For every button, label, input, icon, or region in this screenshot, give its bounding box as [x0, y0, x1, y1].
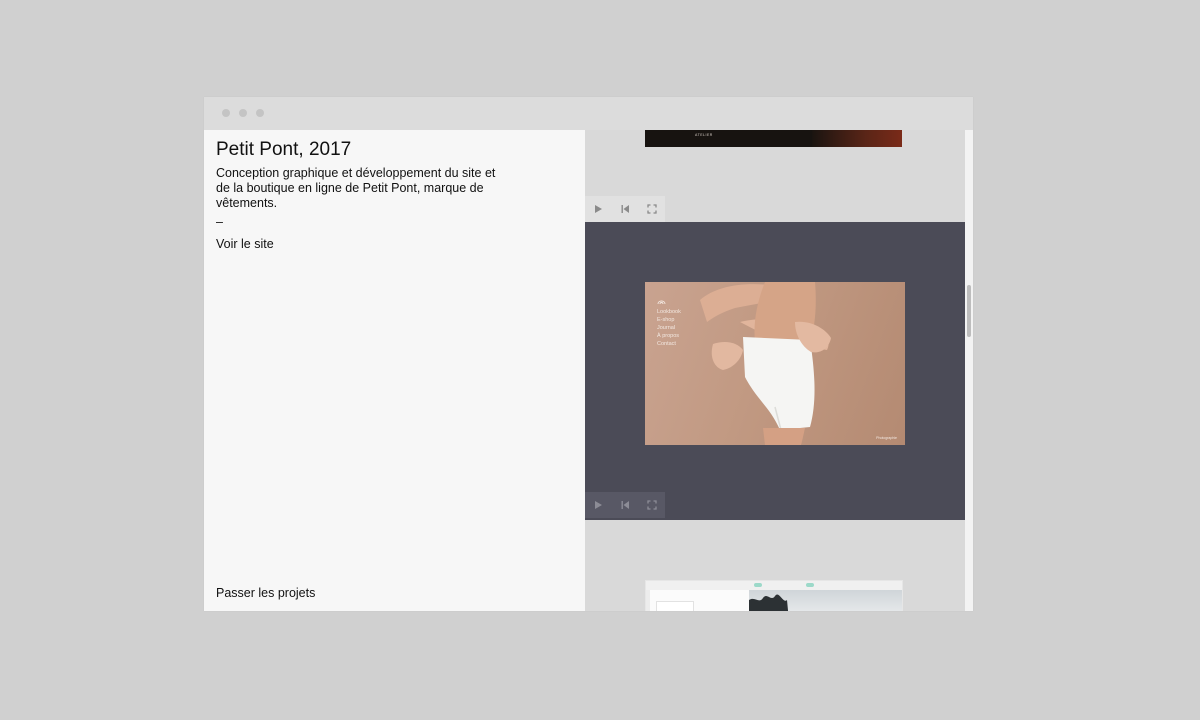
project-description: Conception graphique et développement du…: [216, 166, 496, 210]
preview-menu-item: Journal: [657, 325, 676, 331]
preview-menu-item: Contact: [657, 341, 676, 347]
thumbnail-landscape: [749, 590, 902, 611]
preview-menu-item: À propos: [657, 333, 680, 339]
project-title: Petit Pont, 2017: [216, 139, 352, 160]
maximize-window-dot[interactable]: [256, 109, 264, 117]
skip-back-icon[interactable]: [617, 497, 633, 513]
close-window-dot[interactable]: [222, 109, 230, 117]
minimize-window-dot[interactable]: [239, 109, 247, 117]
preview-menu-item: Lookbook: [657, 309, 681, 315]
thumbnail-label: ATELIER: [695, 133, 713, 137]
view-site-link[interactable]: Voir le site: [216, 237, 274, 251]
fullscreen-icon[interactable]: [644, 497, 660, 513]
preview-menu-item: E-shop: [657, 317, 675, 323]
window-titlebar: [204, 97, 973, 130]
thumbnail-card: [656, 601, 694, 611]
fullscreen-icon[interactable]: [644, 201, 660, 217]
thumbnail-shading: [812, 130, 902, 147]
project-info-pane: Petit Pont, 2017 Conception graphique et…: [204, 130, 585, 611]
thumbnail-sidebar: [646, 590, 650, 611]
play-icon[interactable]: [590, 201, 606, 217]
skip-projects-link[interactable]: Passer les projets: [216, 586, 315, 600]
video-controls-2: [585, 492, 665, 518]
play-icon[interactable]: [590, 497, 606, 513]
video-player[interactable]: Lookbook E-shop Journal À propos Contact…: [585, 222, 965, 520]
preview-thumbnail-top: ATELIER: [645, 130, 902, 147]
thumbnail-pill: [754, 583, 762, 587]
browser-window: Petit Pont, 2017 Conception graphique et…: [204, 97, 973, 611]
preview-menu: Lookbook E-shop Journal À propos Contact: [657, 308, 681, 348]
photo-credit: Photographie: [876, 436, 897, 440]
thumbnail-toolbar: [646, 581, 902, 590]
media-gallery-pane[interactable]: ATELIER Lookbook E-shop Journal À propos…: [585, 130, 965, 611]
skip-back-icon[interactable]: [617, 201, 633, 217]
video-controls-1: [585, 196, 665, 222]
page-scrollbar[interactable]: [965, 130, 973, 611]
scrollbar-thumb[interactable]: [967, 285, 971, 337]
separator-dash: –: [216, 215, 223, 229]
lookbook-photo: Lookbook E-shop Journal À propos Contact…: [645, 282, 905, 445]
preview-thumbnail-bottom: [645, 580, 903, 611]
thumbnail-pill: [806, 583, 814, 587]
